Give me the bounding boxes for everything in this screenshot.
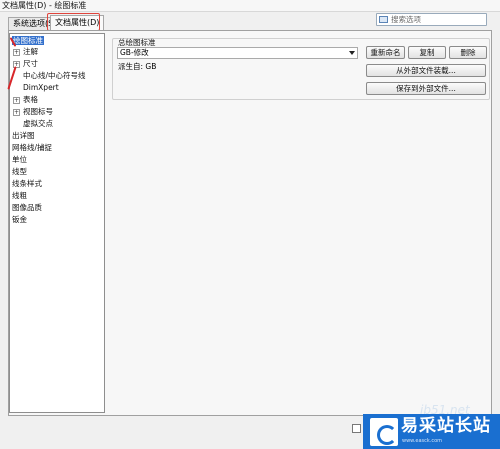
tree-item-dimensions[interactable]: + 尺寸	[13, 59, 38, 69]
tree-item-sheet-metal[interactable]: 钣金	[12, 215, 27, 225]
derived-from-text: 派生自: GB	[118, 62, 157, 71]
tree-item-virtual-sharps[interactable]: 虚拟交点	[13, 119, 53, 129]
expand-icon[interactable]: +	[13, 97, 20, 104]
watermark-brand: 易采站长站	[401, 416, 491, 436]
expand-icon[interactable]: +	[13, 109, 20, 116]
tree-item-line-thickness[interactable]: 线粗	[12, 191, 27, 201]
standard-dropdown[interactable]: GB-修改	[117, 47, 358, 59]
tree-item-drafting-standard[interactable]: 绘图标准	[12, 36, 44, 46]
copy-button[interactable]: 复制	[408, 46, 446, 59]
tree-item-tables[interactable]: + 表格	[13, 95, 38, 105]
tab-highlight-annotation	[47, 13, 100, 31]
delete-button[interactable]: 删除	[449, 46, 487, 59]
search-placeholder: 搜索选项	[391, 15, 421, 24]
watermark-logo-icon	[370, 418, 398, 446]
property-tree[interactable]: 绘图标准 + 注解 + 尺寸 中心线/中心符号线 DimXpert + 表格 + 视图标…	[9, 33, 105, 413]
save-to-external-file-button[interactable]: 保存到外部文件...	[366, 82, 486, 95]
tree-item-grid-snap[interactable]: 网格线/捕捉	[12, 143, 52, 153]
tree-item-line-font[interactable]: 线型	[12, 167, 27, 177]
tree-item-annotations[interactable]: + 注解	[13, 47, 38, 57]
tree-item-line-style[interactable]: 线条样式	[12, 179, 42, 189]
tree-item-image-quality[interactable]: 图像品质	[12, 203, 42, 213]
tree-item-centerlines[interactable]: 中心线/中心符号线	[13, 71, 86, 81]
expand-icon[interactable]: +	[13, 49, 20, 56]
standard-dropdown-value: GB-修改	[120, 48, 149, 57]
search-input[interactable]: 搜索选项	[376, 13, 487, 26]
load-from-external-file-button[interactable]: 从外部文件装载...	[366, 64, 486, 77]
tree-item-units[interactable]: 单位	[12, 155, 27, 165]
search-icon	[379, 16, 388, 23]
tree-item-dimxpert[interactable]: DimXpert	[13, 83, 59, 93]
chevron-down-icon	[349, 51, 355, 55]
watermark-subtext: www.easck.com	[402, 438, 443, 444]
tree-item-view-labels[interactable]: + 视图标号	[13, 107, 53, 117]
window-title: 文档属性(D) - 绘图标准	[0, 0, 500, 12]
footer-checkbox[interactable]	[352, 424, 361, 433]
tree-item-detailing[interactable]: 出详图	[12, 131, 35, 141]
rename-button[interactable]: 重新命名	[366, 46, 405, 59]
